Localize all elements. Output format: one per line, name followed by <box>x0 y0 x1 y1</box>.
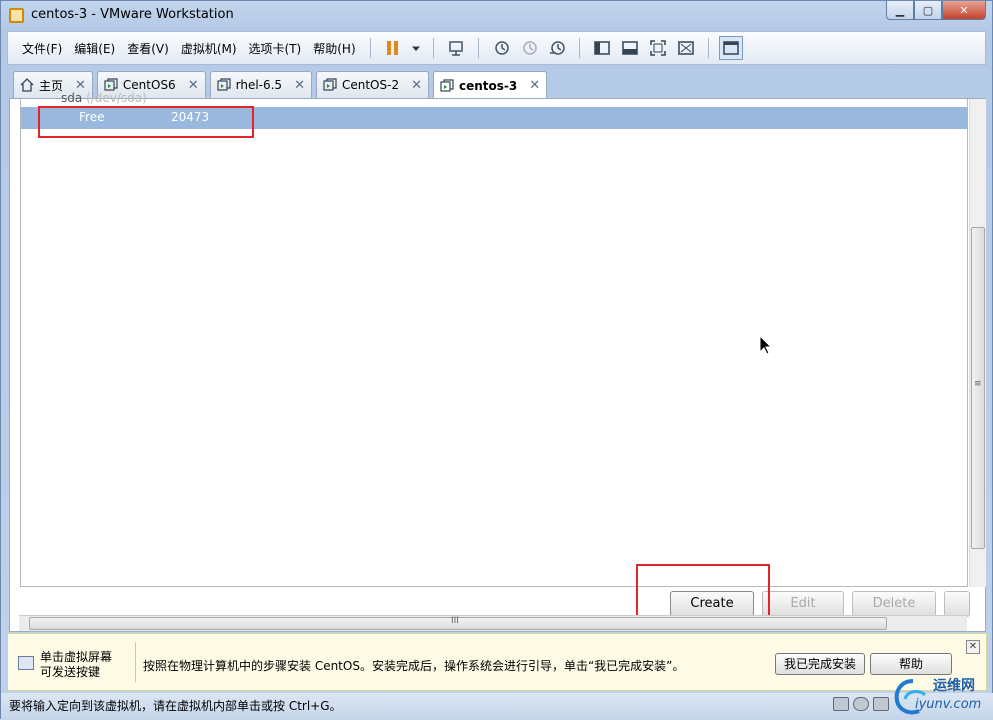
toolbar-separator <box>432 38 434 58</box>
tab-close-icon[interactable]: ✕ <box>411 78 422 93</box>
unity-icon[interactable] <box>674 36 698 60</box>
menu-file[interactable]: 文件(F) <box>16 40 68 57</box>
help-button[interactable]: 帮助 <box>870 653 952 675</box>
maximize-button[interactable]: ▢ <box>914 1 942 20</box>
reset-button[interactable] <box>944 591 970 617</box>
partition-list[interactable]: sda (/dev/sda) Free 20473 <box>20 91 968 587</box>
show-library-icon[interactable] <box>590 36 614 60</box>
horizontal-scrollbar[interactable]: III <box>19 615 967 631</box>
edit-button[interactable]: Edit <box>762 591 844 617</box>
tab-rhel-6-5[interactable]: rhel-6.5 ✕ <box>209 71 312 98</box>
vertical-scrollbar[interactable]: ≡ <box>969 99 986 587</box>
watermark-logo: 运维网 iyunv.com <box>887 673 993 720</box>
menu-help[interactable]: 帮助(H) <box>307 40 361 57</box>
pause-icon[interactable] <box>381 36 405 60</box>
watermark-name: 运维网 <box>933 678 975 694</box>
highlight-create-button <box>636 564 770 620</box>
tab-centos-3[interactable]: centos-3 ✕ <box>433 71 548 99</box>
toolbar-separator <box>477 38 479 58</box>
console-view-icon[interactable] <box>718 36 743 60</box>
vm-icon <box>104 78 118 91</box>
snapshot-revert-icon[interactable] <box>517 36 541 60</box>
hint-message: 按照在物理计算机中的步骤安装 CentOS。安装完成后，操作系统会进行引导，单击… <box>143 659 685 673</box>
tab-label: CentOS-2 <box>341 78 400 92</box>
install-hint-bar: 单击虚拟屏幕 可发送按键 按照在物理计算机中的步骤安装 CentOS。安装完成后，… <box>7 633 987 691</box>
hint-close-icon[interactable]: ✕ <box>966 640 980 654</box>
highlight-free-row <box>38 106 254 138</box>
tab-close-icon[interactable]: ✕ <box>294 78 305 93</box>
disk-name: sda <box>61 91 83 105</box>
toolbar-separator <box>369 38 371 58</box>
watermark-url: iyunv.com <box>915 697 982 712</box>
vmware-app-icon <box>9 8 24 23</box>
status-bar: 要将输入定向到该虚拟机，请在虚拟机内部单击或按 Ctrl+G。 <box>1 693 993 720</box>
scroll-grip-icon: ≡ <box>974 379 982 389</box>
keyboard-icon <box>18 656 34 670</box>
menu-vm[interactable]: 虚拟机(M) <box>175 40 243 57</box>
status-text: 要将输入定向到该虚拟机，请在虚拟机内部单击或按 Ctrl+G。 <box>9 699 342 713</box>
disk-row[interactable]: sda (/dev/sda) <box>61 91 147 105</box>
tab-centos-2[interactable]: CentOS-2 ✕ <box>315 71 429 98</box>
tab-close-icon[interactable]: ✕ <box>529 78 540 93</box>
tab-label: 主页 <box>39 78 64 93</box>
disk-path: (/dev/sda) <box>86 91 147 105</box>
vm-console[interactable]: sda (/dev/sda) Free 20473 ≡ Create Edit … <box>9 91 986 632</box>
vm-icon <box>323 78 337 91</box>
menu-tabs[interactable]: 选项卡(T) <box>243 40 308 57</box>
show-thumbnail-icon[interactable] <box>618 36 642 60</box>
snapshot-manager-icon[interactable] <box>545 36 569 60</box>
toolbar-separator <box>578 38 580 58</box>
vm-icon <box>217 78 231 91</box>
tab-label: centos-3 <box>459 78 518 93</box>
tab-close-icon[interactable]: ✕ <box>188 78 199 93</box>
tab-label: rhel-6.5 <box>235 78 283 92</box>
vm-icon <box>440 78 454 92</box>
menu-edit[interactable]: 编辑(E) <box>68 40 121 57</box>
hscroll-grip-icon: III <box>451 616 459 626</box>
install-done-button[interactable]: 我已完成安装 <box>775 653 865 675</box>
hard-disk-icon[interactable] <box>833 697 849 711</box>
menu-toolbar: 文件(F) 编辑(E) 查看(V) 虚拟机(M) 选项卡(T) 帮助(H) <box>7 31 986 65</box>
home-icon <box>20 78 34 92</box>
hint-click-text: 单击虚拟屏幕 可发送按键 <box>40 650 113 679</box>
send-ctrl-alt-del-icon[interactable] <box>444 36 468 60</box>
menu-view[interactable]: 查看(V) <box>121 40 175 57</box>
title-bar: centos-3 - VMware Workstation ▁ ▢ ✕ <box>1 1 992 29</box>
dropdown-arrow-icon[interactable] <box>409 36 423 60</box>
full-screen-icon[interactable] <box>646 36 670 60</box>
delete-button[interactable]: Delete <box>852 591 936 617</box>
tab-label: CentOS6 <box>122 78 176 92</box>
vmware-window: centos-3 - VMware Workstation ▁ ▢ ✕ 文件(F… <box>0 0 993 720</box>
mouse-cursor-icon <box>759 335 773 355</box>
hint-separator <box>135 642 136 682</box>
close-button[interactable]: ✕ <box>942 1 986 20</box>
window-title: centos-3 - VMware Workstation <box>31 7 234 22</box>
toolbar-separator <box>707 38 709 58</box>
cd-dvd-icon[interactable] <box>853 697 869 711</box>
minimize-button[interactable]: ▁ <box>886 1 914 20</box>
snapshot-take-icon[interactable] <box>489 36 513 60</box>
